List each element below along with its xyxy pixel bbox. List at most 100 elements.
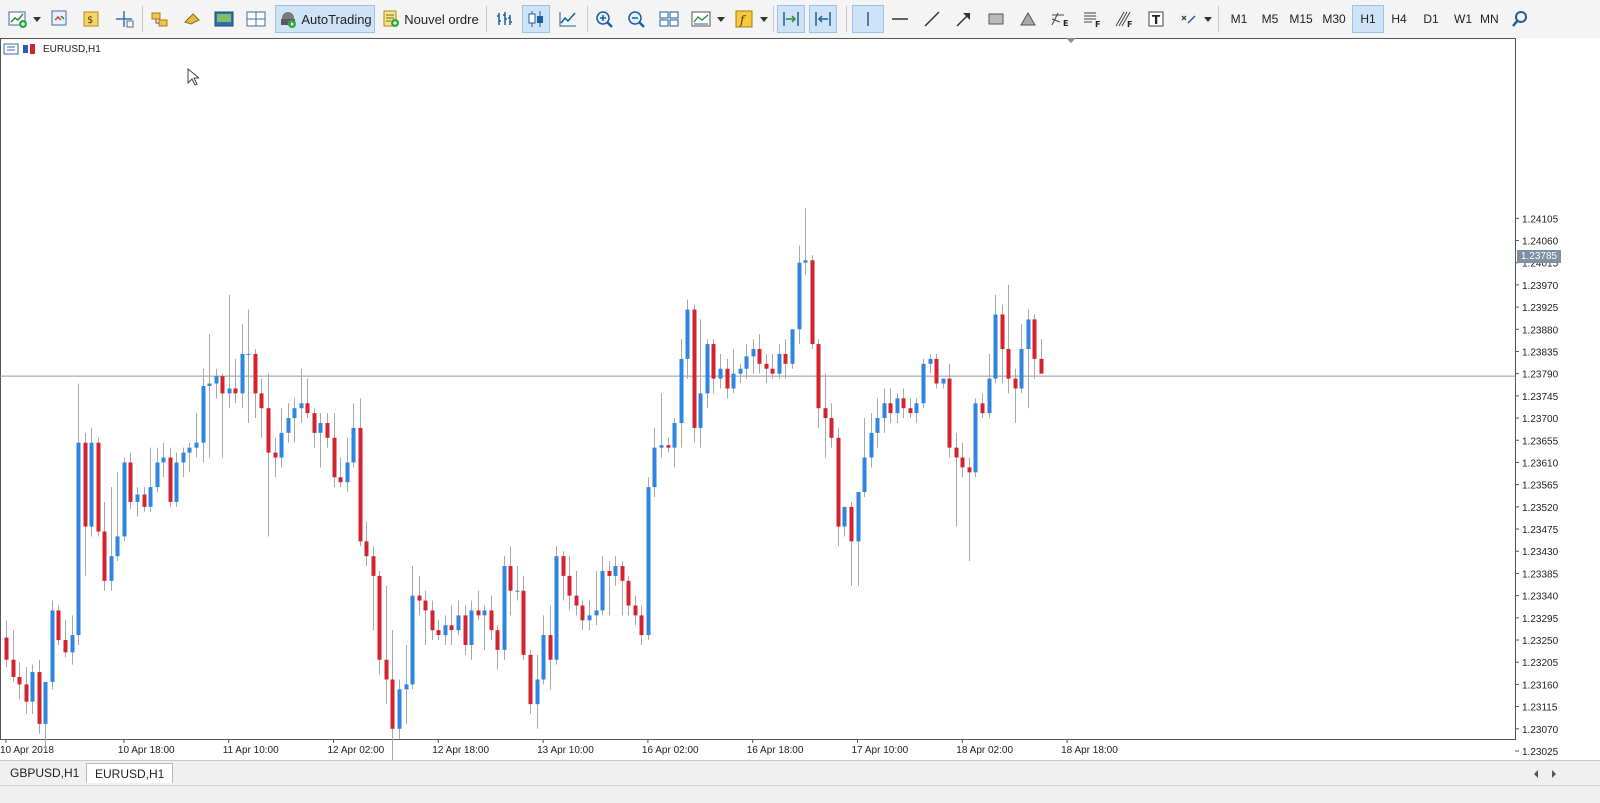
candle-bullish — [50, 610, 55, 682]
candle-bullish — [594, 610, 599, 616]
indicators-icon[interactable]: f — [730, 5, 758, 33]
candle-bullish — [718, 368, 723, 379]
trendline-icon[interactable] — [918, 5, 946, 33]
tab-gbpusd[interactable]: GBPUSD,H1 — [2, 763, 87, 783]
candle-bearish — [934, 358, 939, 384]
candle-bearish — [305, 403, 310, 414]
candle-bullish — [751, 349, 756, 357]
candle-bullish — [941, 378, 946, 384]
market-watch-icon[interactable]: $ — [78, 5, 106, 33]
fibonacci-channel-icon[interactable]: F — [1110, 5, 1138, 33]
y-axis-label: 1.23160 — [1522, 680, 1559, 691]
chevron-down-icon[interactable] — [33, 17, 41, 22]
candle-bearish — [266, 408, 271, 453]
tile-windows-icon[interactable] — [655, 5, 683, 33]
profiles-icon[interactable] — [46, 5, 74, 33]
fibonacci-expansion-icon[interactable]: E — [1046, 5, 1074, 33]
candle-bullish — [875, 418, 880, 433]
periods-icon[interactable] — [687, 5, 715, 33]
candle-bearish — [83, 442, 88, 527]
candle-bearish — [954, 447, 959, 458]
candle-bearish — [96, 442, 101, 532]
chart-window[interactable]: 1.24105 1.24060 1.24015 1.23970 1.23925 1.238… — [0, 37, 1600, 764]
autotrading-button[interactable]: AutoTrading — [275, 5, 375, 33]
bar-chart-icon[interactable] — [490, 5, 518, 33]
timeframe-m30[interactable]: M30 — [1318, 5, 1350, 33]
text-icon[interactable]: T — [1142, 5, 1170, 33]
candle-bearish — [1032, 319, 1037, 359]
more-objects-icon[interactable] — [1174, 5, 1202, 33]
candle-bullish — [443, 625, 448, 636]
fibonacci-fan-icon[interactable]: F — [1078, 5, 1106, 33]
navigator-icon[interactable] — [146, 5, 174, 33]
arrow-icon[interactable] — [950, 5, 978, 33]
candle-bullish — [135, 494, 140, 502]
candle-bullish — [30, 672, 35, 702]
timeframe-m1[interactable]: M1 — [1223, 5, 1255, 33]
tab-eurusd[interactable]: EURUSD,H1 — [86, 763, 174, 783]
candle-bearish — [325, 422, 330, 438]
candle-bullish — [705, 344, 710, 394]
candle-bullish — [541, 635, 546, 680]
tab-scroll-right-icon[interactable] — [1549, 767, 1559, 785]
strategy-tester-icon[interactable] — [210, 5, 238, 33]
crosshair-icon[interactable] — [852, 5, 884, 33]
data-window-icon[interactable] — [110, 5, 138, 33]
tab-scroll-left-icon[interactable] — [1531, 767, 1541, 785]
candle-bullish — [921, 363, 926, 404]
candle-bearish — [358, 427, 363, 542]
zoom-in-icon[interactable] — [591, 5, 619, 33]
x-axis-label: 16 Apr 02:00 — [642, 745, 699, 756]
terminal-icon[interactable] — [178, 5, 206, 33]
candle-bearish — [4, 637, 9, 660]
candle-bearish — [567, 575, 572, 596]
zoom-out-icon[interactable] — [623, 5, 651, 33]
candle-bullish — [148, 487, 153, 507]
timeframe-w1[interactable]: W1 — [1447, 5, 1479, 33]
new-chart-icon[interactable] — [4, 5, 32, 33]
chart-shift-icon[interactable] — [777, 5, 805, 33]
chart-tabs: GBPUSD,H1 EURUSD,H1 — [0, 760, 1600, 785]
y-axis-label: 1.23745 — [1522, 392, 1559, 403]
triangle-icon[interactable] — [1014, 5, 1042, 33]
candle-bearish — [561, 556, 566, 576]
candle-bearish — [338, 477, 343, 483]
y-axis-label: 1.23295 — [1522, 614, 1559, 625]
candle-bullish — [43, 681, 48, 724]
candle-bearish — [980, 403, 985, 414]
candlestick-chart[interactable]: 1.241051.240601.240151.239701.239251.238… — [0, 37, 1600, 764]
timeframe-h1[interactable]: H1 — [1352, 5, 1384, 33]
chart-title: EURUSD,H1 — [43, 44, 101, 55]
svg-text:F: F — [1095, 20, 1100, 28]
timeframe-m5[interactable]: M5 — [1254, 5, 1286, 33]
candle-bullish — [155, 462, 160, 488]
timeframe-h4[interactable]: H4 — [1383, 5, 1415, 33]
y-axis-label: 1.23655 — [1522, 436, 1559, 447]
y-axis-label: 1.23880 — [1522, 325, 1559, 336]
candle-bullish — [240, 353, 245, 394]
timeframe-d1[interactable]: D1 — [1415, 5, 1447, 33]
candle-bullish — [652, 447, 657, 488]
search-icon[interactable] — [1506, 5, 1534, 33]
horizontal-line-icon[interactable] — [886, 5, 914, 33]
candle-bearish — [633, 605, 638, 616]
timeframe-m15[interactable]: M15 — [1285, 5, 1317, 33]
candle-bearish — [24, 684, 29, 702]
x-axis-label: 10 Apr 18:00 — [118, 745, 175, 756]
x-axis-label: 12 Apr 02:00 — [328, 745, 385, 756]
candle-bullish — [646, 487, 651, 636]
candle-bullish — [777, 353, 782, 374]
candlestick-icon[interactable] — [522, 5, 550, 33]
timeframe-mn[interactable]: MN — [1479, 5, 1499, 33]
candle-bearish — [816, 344, 821, 409]
candle-bearish — [521, 590, 526, 655]
line-chart-icon[interactable] — [554, 5, 582, 33]
new-order-icon — [383, 10, 400, 27]
auto-scroll-icon[interactable] — [809, 5, 837, 33]
candle-bullish — [279, 432, 284, 458]
rectangle-icon[interactable] — [982, 5, 1010, 33]
tile-layout-icon[interactable] — [242, 5, 270, 33]
new-order-button[interactable]: Nouvel ordre — [378, 5, 482, 33]
candle-bullish — [731, 373, 736, 389]
y-axis-label: 1.23925 — [1522, 303, 1559, 314]
